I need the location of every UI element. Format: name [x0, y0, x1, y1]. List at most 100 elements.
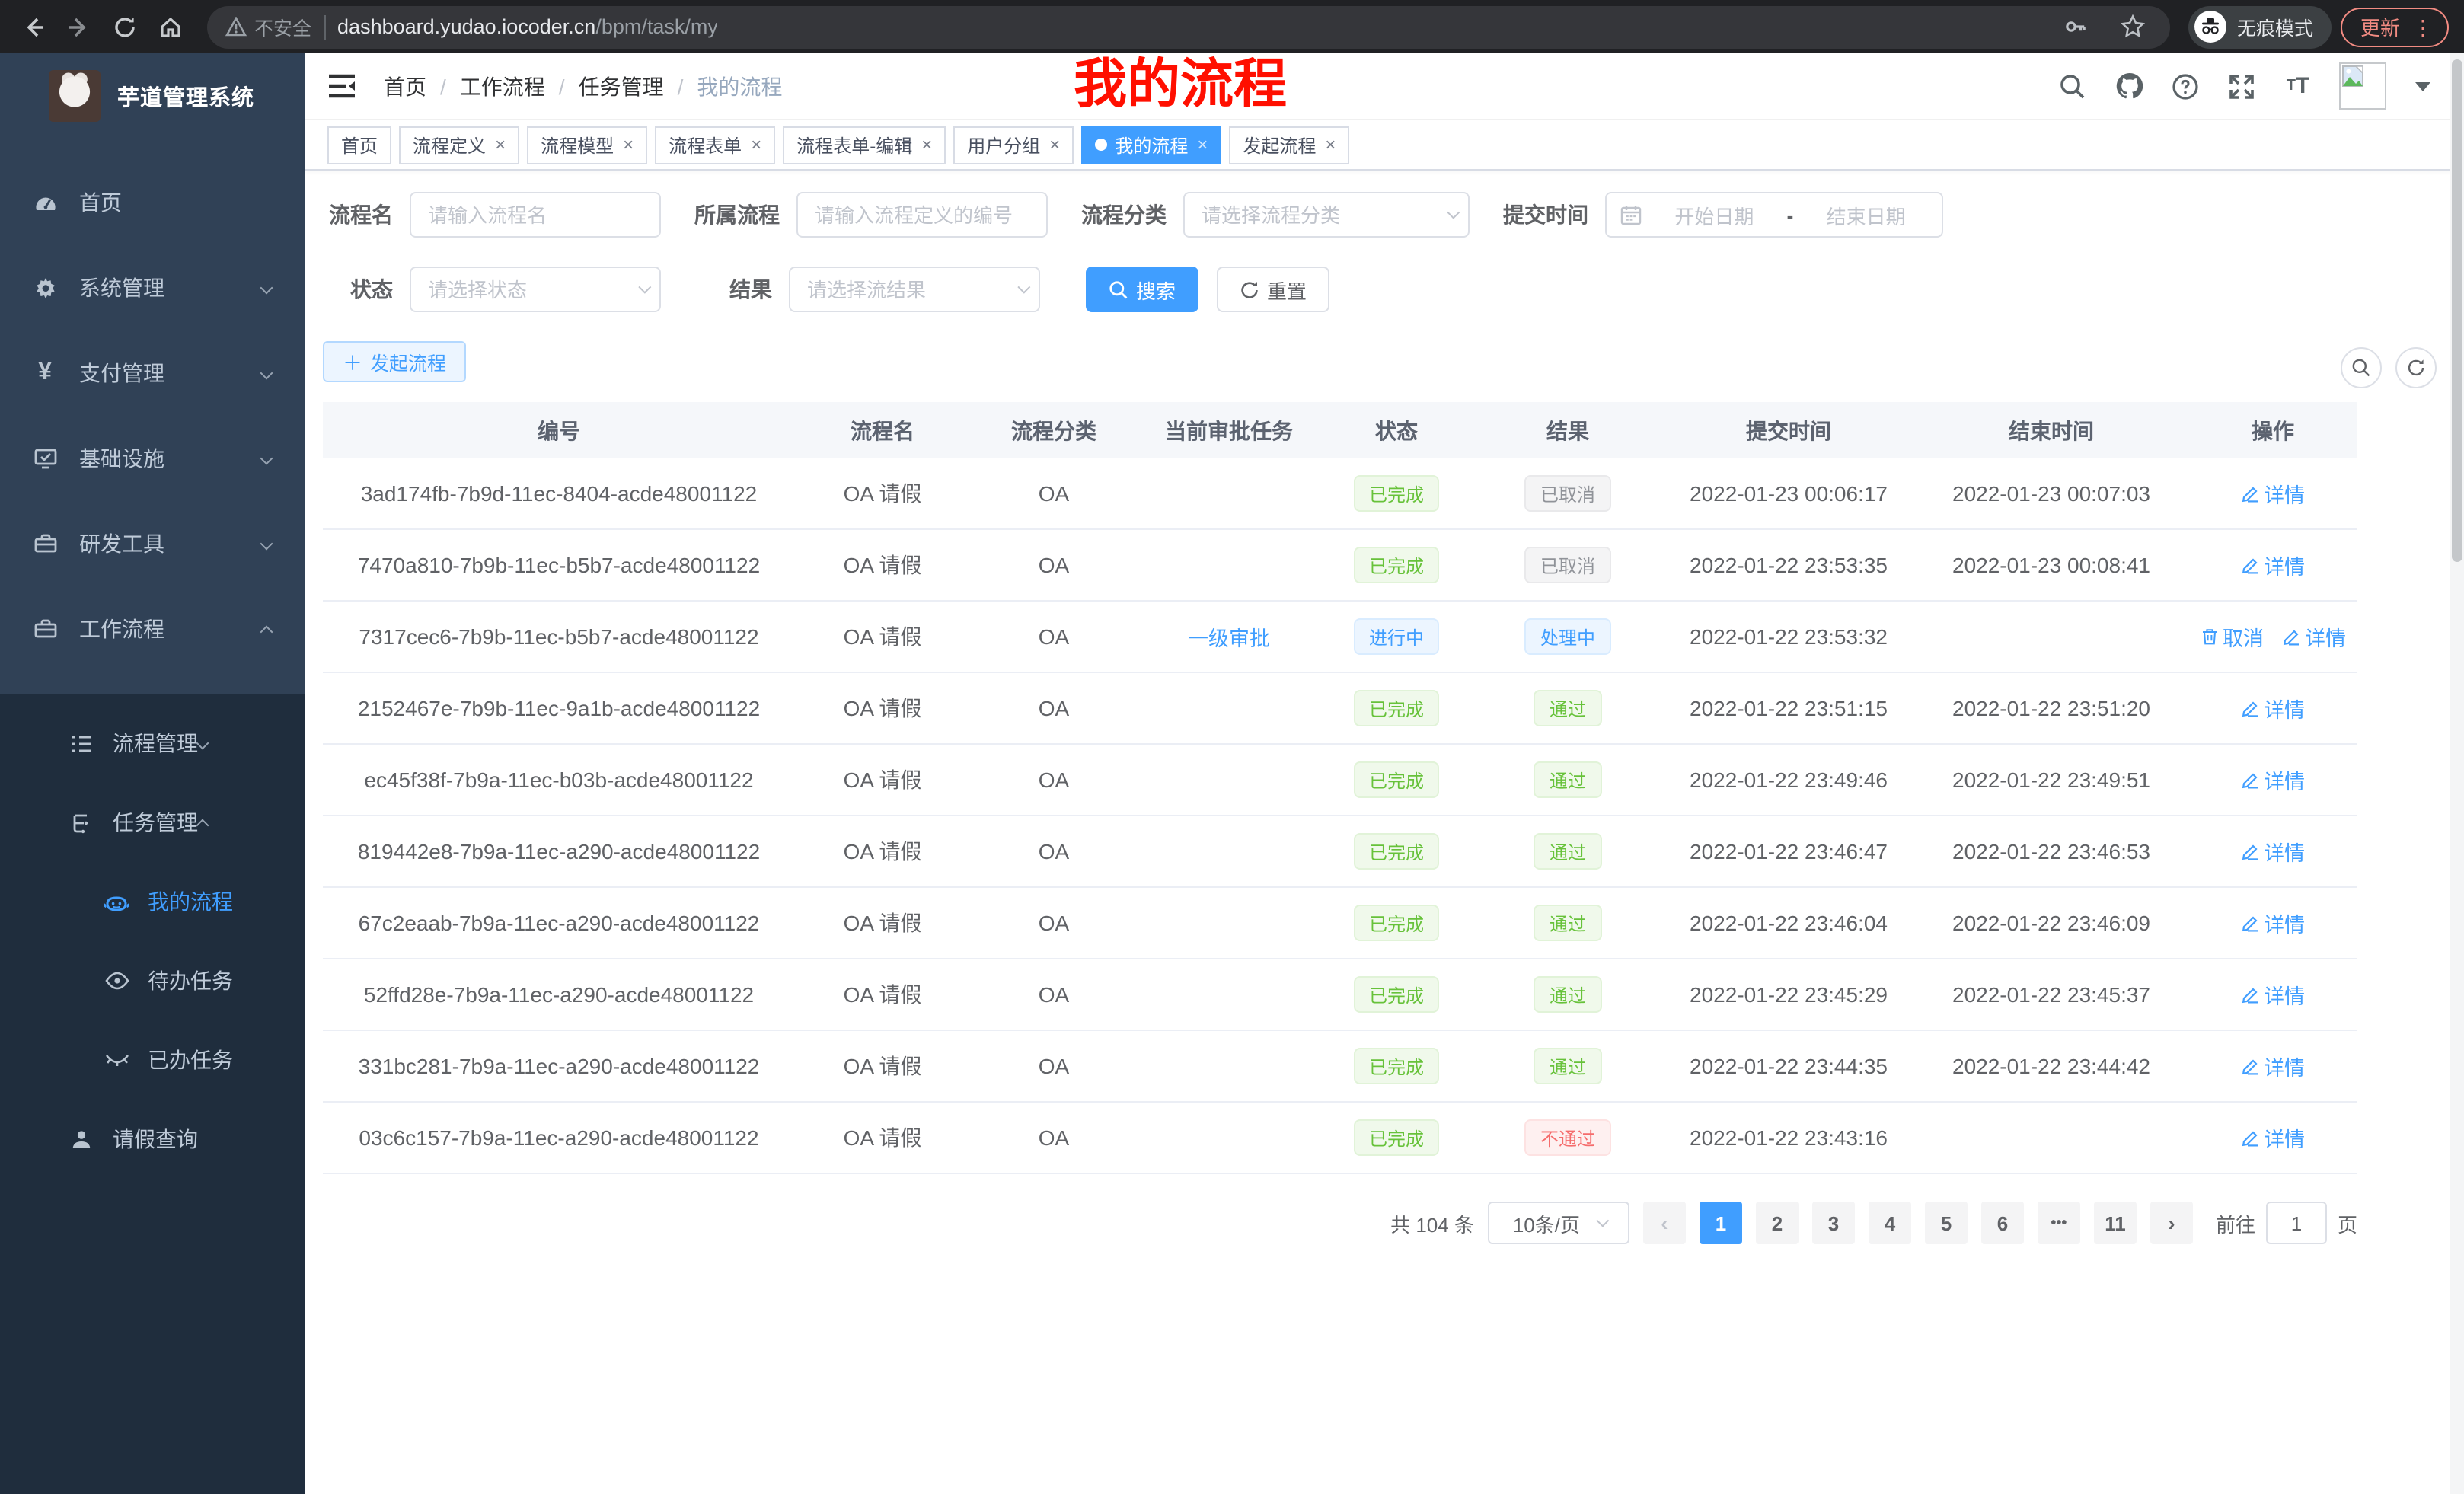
- result-select[interactable]: [789, 267, 1040, 312]
- current-task-link[interactable]: 一级审批: [1188, 621, 1270, 652]
- sidebar-item-payment[interactable]: ¥ 支付管理: [0, 330, 305, 416]
- page-button-3[interactable]: 3: [1812, 1202, 1855, 1244]
- action-cancel-link[interactable]: 取消: [2200, 621, 2264, 652]
- view-tab[interactable]: 流程模型 ×: [527, 126, 647, 164]
- prev-page-button[interactable]: ‹: [1643, 1202, 1686, 1244]
- view-tab[interactable]: 流程表单-编辑 ×: [783, 126, 946, 164]
- cell-actions: 详情: [2188, 550, 2357, 580]
- address-bar[interactable]: 不安全 dashboard.yudao.iocoder.cn/bpm/task/…: [207, 5, 2170, 48]
- status-badge: 已完成: [1354, 547, 1439, 583]
- action-detail-link[interactable]: 详情: [2282, 621, 2346, 652]
- page-button-1[interactable]: 1: [1700, 1202, 1742, 1244]
- sidebar-item-workflow[interactable]: 工作流程: [0, 586, 305, 672]
- status-badge: 已完成: [1354, 833, 1439, 870]
- view-tab[interactable]: 我的流程 ×: [1081, 126, 1221, 164]
- breadcrumb-workflow[interactable]: 工作流程: [460, 71, 545, 101]
- process-definition-input[interactable]: [796, 192, 1048, 238]
- edit-icon: [2241, 842, 2259, 860]
- action-detail-link[interactable]: 详情: [2241, 550, 2305, 580]
- view-tab[interactable]: 首页 ×: [327, 126, 391, 164]
- sidebar-item-system[interactable]: 系统管理: [0, 245, 305, 330]
- tab-close-icon[interactable]: ×: [751, 134, 761, 155]
- end-date-placeholder[interactable]: 结束日期: [1804, 200, 1928, 229]
- tab-close-icon[interactable]: ×: [623, 134, 634, 155]
- sidebar-item-process-mgmt[interactable]: 流程管理: [0, 704, 305, 783]
- forward-icon[interactable]: [61, 8, 97, 45]
- page-button-2[interactable]: 2: [1756, 1202, 1799, 1244]
- view-tab[interactable]: 流程表单 ×: [655, 126, 775, 164]
- app-logo[interactable]: 芋道管理系统: [0, 53, 305, 139]
- security-warning-icon[interactable]: 不安全: [225, 12, 311, 41]
- cell-category: OA: [970, 481, 1138, 506]
- sidebar-item-leave-query[interactable]: 请假查询: [0, 1100, 305, 1179]
- github-icon[interactable]: [2114, 71, 2144, 101]
- breadcrumb-task-mgmt[interactable]: 任务管理: [579, 71, 664, 101]
- search-button[interactable]: 搜索: [1086, 267, 1198, 312]
- page-button-6[interactable]: 6: [1981, 1202, 2024, 1244]
- page-button-11[interactable]: 11: [2094, 1202, 2137, 1244]
- action-detail-link[interactable]: 详情: [2241, 908, 2305, 938]
- create-process-button[interactable]: ＋ 发起流程: [323, 341, 466, 382]
- chevron-down-icon: [260, 367, 273, 380]
- page-size-select[interactable]: 10条/页: [1488, 1202, 1629, 1244]
- view-tab[interactable]: 发起流程 ×: [1229, 126, 1349, 164]
- view-tab[interactable]: 用户分组 ×: [953, 126, 1074, 164]
- cell-process-name: OA 请假: [795, 478, 970, 509]
- sidebar-item-task-mgmt[interactable]: 任务管理: [0, 783, 305, 862]
- reset-button[interactable]: 重置: [1217, 267, 1329, 312]
- status-select[interactable]: [410, 267, 661, 312]
- action-detail-link[interactable]: 详情: [2241, 1051, 2305, 1081]
- edit-icon: [2241, 1128, 2259, 1147]
- back-icon[interactable]: [15, 8, 52, 45]
- scrollbar[interactable]: [2450, 53, 2464, 1494]
- next-page-button[interactable]: ›: [2150, 1202, 2193, 1244]
- view-tab[interactable]: 流程定义 ×: [399, 126, 519, 164]
- tab-close-icon[interactable]: ×: [495, 134, 506, 155]
- sidebar-item-infra[interactable]: 基础设施: [0, 416, 305, 501]
- action-detail-link[interactable]: 详情: [2241, 765, 2305, 795]
- more-pages-button[interactable]: •••: [2038, 1202, 2080, 1244]
- status-badge: 已完成: [1354, 690, 1439, 726]
- sidebar-collapse-icon[interactable]: [327, 71, 358, 101]
- refresh-icon[interactable]: [2395, 347, 2437, 388]
- update-button[interactable]: 更新 ⋮: [2341, 7, 2449, 46]
- bookmark-star-icon[interactable]: [2115, 8, 2152, 45]
- start-date-placeholder[interactable]: 开始日期: [1652, 200, 1776, 229]
- sidebar-item-todo-tasks[interactable]: 待办任务: [0, 941, 305, 1020]
- tab-close-icon[interactable]: ×: [1049, 134, 1060, 155]
- category-select[interactable]: [1183, 192, 1470, 238]
- tab-close-icon[interactable]: ×: [921, 134, 932, 155]
- scrollbar-thumb[interactable]: [2452, 59, 2462, 562]
- action-detail-link[interactable]: 详情: [2241, 979, 2305, 1010]
- font-size-icon[interactable]: TT: [2283, 71, 2313, 101]
- process-name-input[interactable]: [410, 192, 661, 238]
- search-icon[interactable]: [2057, 71, 2088, 101]
- sidebar: 芋道管理系统 首页 系统管理 ¥ 支付管理: [0, 53, 305, 1494]
- cell-submit-time: 2022-01-22 23:45:29: [1663, 982, 1914, 1007]
- fullscreen-icon[interactable]: [2226, 71, 2257, 101]
- goto-page-input[interactable]: [2266, 1202, 2327, 1244]
- sidebar-item-devtools[interactable]: 研发工具: [0, 501, 305, 586]
- action-detail-link[interactable]: 详情: [2241, 1122, 2305, 1153]
- help-icon[interactable]: [2170, 71, 2201, 101]
- avatar-caret-icon[interactable]: [2415, 81, 2430, 91]
- chrome-menu-icon[interactable]: ⋮: [2412, 16, 2434, 37]
- sidebar-item-my-process[interactable]: 我的流程: [0, 862, 305, 941]
- action-detail-link[interactable]: 详情: [2241, 836, 2305, 867]
- tab-close-icon[interactable]: ×: [1197, 134, 1208, 155]
- key-icon[interactable]: [2057, 8, 2094, 45]
- page-button-5[interactable]: 5: [1925, 1202, 1968, 1244]
- action-detail-link[interactable]: 详情: [2241, 693, 2305, 723]
- tab-close-icon[interactable]: ×: [1325, 134, 1336, 155]
- page-button-4[interactable]: 4: [1869, 1202, 1911, 1244]
- home-icon[interactable]: [152, 8, 189, 45]
- breadcrumb-home[interactable]: 首页: [384, 71, 426, 101]
- show-search-icon[interactable]: [2341, 347, 2382, 388]
- reload-icon[interactable]: [107, 8, 143, 45]
- sidebar-item-done-tasks[interactable]: 已办任务: [0, 1020, 305, 1100]
- submit-time-range-picker[interactable]: 开始日期 - 结束日期: [1605, 192, 1943, 238]
- avatar[interactable]: [2339, 62, 2386, 110]
- action-detail-link[interactable]: 详情: [2241, 478, 2305, 509]
- chevron-up-icon: [260, 626, 273, 639]
- sidebar-item-home[interactable]: 首页: [0, 160, 305, 245]
